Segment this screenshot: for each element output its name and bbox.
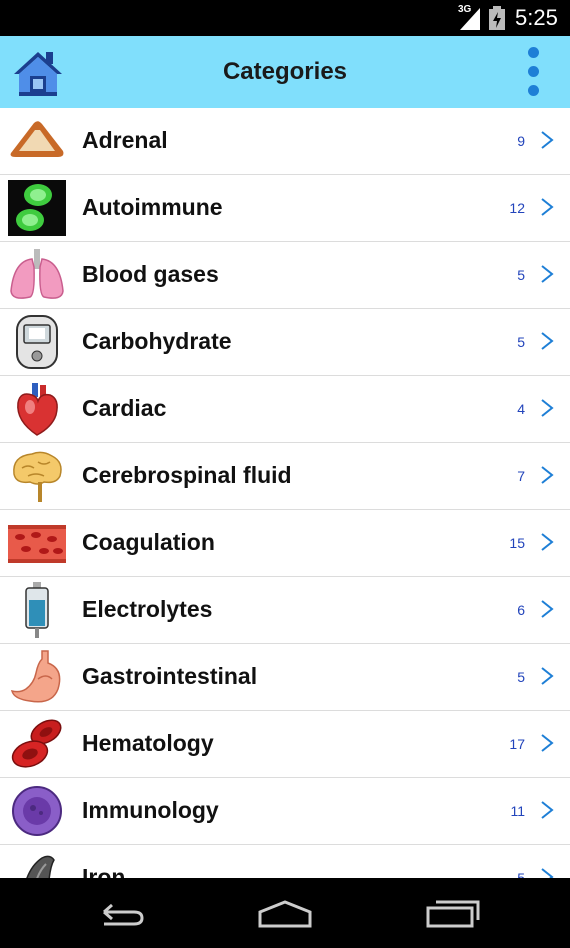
category-row-autoimmune[interactable]: Autoimmune 12 [0, 175, 570, 242]
category-row-adrenal[interactable]: Adrenal 9 [0, 108, 570, 175]
action-bar: Categories [0, 36, 570, 108]
signal-icon [460, 8, 480, 30]
category-count: 4 [517, 401, 525, 417]
chevron-right-icon [541, 600, 554, 618]
category-label: Carbohydrate [82, 328, 232, 354]
category-row-hematology[interactable]: Hematology 17 [0, 711, 570, 778]
category-row-blood-gases[interactable]: Blood gases 5 [0, 242, 570, 309]
red-blood-cell-icon [11, 719, 62, 768]
category-count: 11 [510, 803, 525, 819]
category-label: Cerebrospinal fluid [82, 462, 292, 488]
category-label: Iron [82, 864, 126, 878]
chevron-right-icon [541, 868, 554, 878]
adrenal-icon [10, 121, 64, 157]
chevron-right-icon [541, 734, 554, 752]
category-label: Blood gases [82, 261, 219, 287]
chevron-right-icon [541, 466, 554, 484]
category-row-iron[interactable]: Iron 5 [0, 845, 570, 878]
category-label: Gastrointestinal [82, 663, 258, 689]
category-row-electrolytes[interactable]: Electrolytes 6 [0, 577, 570, 644]
navigation-bar [0, 878, 570, 948]
back-icon[interactable] [90, 898, 146, 930]
overflow-menu-dot [528, 85, 539, 96]
overflow-menu-button[interactable] [516, 44, 550, 100]
glucose-meter-icon [16, 315, 58, 369]
nav-home-icon[interactable] [256, 898, 314, 930]
chevron-right-icon [541, 198, 554, 216]
category-count: 7 [517, 468, 525, 484]
category-count: 6 [517, 602, 525, 618]
stomach-icon [10, 650, 61, 703]
autoimmune-icon [8, 180, 66, 236]
category-list: Adrenal 9 Autoimmune 12 Blood gases 5 Ca… [0, 108, 570, 878]
category-count: 5 [517, 334, 525, 350]
category-count: 12 [509, 200, 525, 216]
category-row-cardiac[interactable]: Cardiac 4 [0, 376, 570, 443]
chevron-right-icon [541, 667, 554, 685]
overflow-menu-icon [528, 47, 539, 58]
lungs-icon [10, 249, 64, 299]
category-label: Cardiac [82, 395, 167, 421]
status-bar: 3G 5:25 [0, 0, 570, 36]
chevron-right-icon [541, 332, 554, 350]
battery-icon [489, 6, 505, 30]
clock: 5:25 [515, 5, 558, 30]
category-count: 5 [517, 870, 525, 878]
category-count: 15 [509, 535, 525, 551]
category-row-carbohydrate[interactable]: Carbohydrate 5 [0, 309, 570, 376]
chevron-right-icon [541, 399, 554, 417]
category-count: 9 [517, 133, 525, 149]
category-count: 17 [509, 736, 525, 752]
iv-bag-icon [25, 582, 49, 638]
blood-vessel-icon [8, 525, 66, 563]
chevron-right-icon [541, 131, 554, 149]
chevron-right-icon [541, 801, 554, 819]
heart-icon [17, 383, 58, 436]
category-label: Adrenal [82, 127, 168, 153]
category-row-coagulation[interactable]: Coagulation 15 [0, 510, 570, 577]
category-row-gastrointestinal[interactable]: Gastrointestinal 5 [0, 644, 570, 711]
immune-cell-icon [12, 786, 62, 836]
category-row-immunology[interactable]: Immunology 11 [0, 778, 570, 845]
category-label: Autoimmune [82, 194, 223, 220]
category-count: 5 [517, 669, 525, 685]
brain-icon [13, 451, 62, 502]
overflow-menu-dot [528, 66, 539, 77]
category-label: Electrolytes [82, 596, 213, 622]
category-label: Hematology [82, 730, 214, 756]
chevron-right-icon [541, 265, 554, 283]
iron-icon [26, 855, 55, 878]
recent-apps-icon[interactable] [424, 896, 482, 930]
category-count: 5 [517, 267, 525, 283]
category-row-cerebrospinal-fluid[interactable]: Cerebrospinal fluid 7 [0, 443, 570, 510]
category-label: Immunology [82, 797, 219, 823]
category-label: Coagulation [82, 529, 215, 555]
page-title: Categories [222, 58, 348, 85]
chevron-right-icon [541, 533, 554, 551]
